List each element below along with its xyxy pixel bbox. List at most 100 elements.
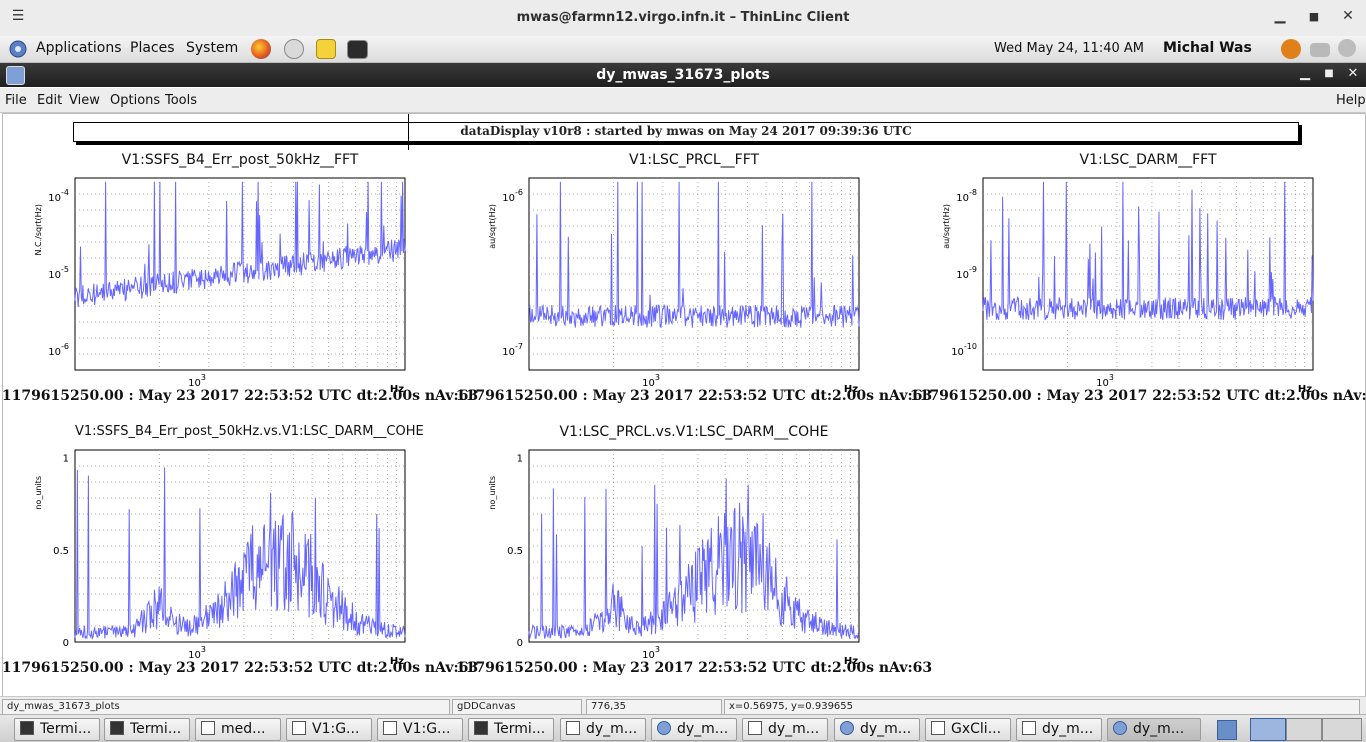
maximize-button[interactable]: ■ <box>1304 10 1324 30</box>
plot-1[interactable]: V1:SSFS_B4_Err_post_50kHz__FFT 10-6 10-5 10… <box>2 152 478 406</box>
window-icon <box>748 721 762 735</box>
taskbar-item[interactable]: V1:G... <box>286 718 372 741</box>
taskbar-item[interactable]: dy_m... <box>742 718 828 741</box>
plot-title: V1:SSFS_B4_Err_post_50kHz.vs.V1:LSC_DARM… <box>75 424 424 439</box>
taskbar-item-label: GxCli... <box>951 721 1002 737</box>
y-tick-label: 10-6 <box>48 342 69 358</box>
top-panel: Applications Places System Wed May 24, 1… <box>0 36 1366 63</box>
plot-4[interactable]: V1:SSFS_B4_Err_post_50kHz.vs.V1:LSC_DARM… <box>2 424 478 678</box>
menu-file[interactable]: File <box>5 93 27 108</box>
close-button[interactable]: ✕ <box>1338 8 1358 28</box>
thinlinc-titlebar: ☰ mwas@farmn12.virgo.infn.it – ThinLinc … <box>0 0 1366 37</box>
plot-title: V1:LSC_PRCL__FFT <box>628 152 760 168</box>
panel-user[interactable]: Michal Was <box>1163 40 1252 56</box>
network-icon[interactable] <box>1310 43 1330 57</box>
minimize-button[interactable]: ▁ <box>1270 8 1290 28</box>
y-axis-label: N.C./sqrt(Hz) <box>34 204 43 255</box>
y-tick-label: 0.5 <box>507 546 523 557</box>
app-maximize-button[interactable]: ■ <box>1320 68 1338 79</box>
taskbar-item[interactable]: dy_m... <box>560 718 646 741</box>
plot-svg[interactable]: 10-710-6103Hzau/sqrt(Hz) <box>485 176 860 408</box>
window-icon <box>383 721 397 735</box>
taskbar-item[interactable]: dy_m... <box>1016 718 1102 741</box>
app-close-button[interactable]: ✕ <box>1344 66 1362 81</box>
plot-title: V1:LSC_DARM__FFT <box>1079 152 1217 168</box>
menu-applications[interactable]: Applications <box>36 40 122 56</box>
y-tick-label: 0 <box>517 638 523 649</box>
taskbar-item[interactable]: Termi... <box>468 718 554 741</box>
taskbar: Termi... Termi... med... V1:G... V1:G... Term… <box>0 714 1366 742</box>
plot-title: V1:SSFS_B4_Err_post_50kHz__FFT <box>121 152 359 168</box>
update-icon[interactable] <box>1281 39 1301 59</box>
x-tick-label: 103 <box>188 645 206 661</box>
plot-svg[interactable]: 10-610-510-4103HzN.C./sqrt(Hz) <box>31 176 406 408</box>
menu-places[interactable]: Places <box>130 40 175 56</box>
plot-footer: 1179615250.00 : May 23 2017 22:53:52 UTC… <box>1 388 479 404</box>
plot-3[interactable]: V1:LSC_DARM__FFT 10-10 10-9 10-8 103 Hz au/sqr… <box>910 152 1366 406</box>
window-icon <box>1022 721 1036 735</box>
y-tick-label: 1 <box>517 454 523 465</box>
taskbar-item[interactable]: dy_m... <box>1107 718 1201 741</box>
terminal-icon <box>110 721 124 735</box>
header-text: dataDisplay v10r8 : started by mwas on M… <box>460 124 912 138</box>
mail-icon[interactable] <box>284 39 304 59</box>
taskbar-item-label: med... <box>221 721 266 737</box>
workspace-switcher-3[interactable] <box>1322 718 1362 741</box>
y-axis-label: au/sqrt(Hz) <box>488 204 497 249</box>
taskbar-item[interactable]: med... <box>195 718 281 741</box>
firefox-icon[interactable] <box>251 39 271 59</box>
volume-icon[interactable] <box>1338 39 1356 57</box>
dy-icon <box>657 721 671 735</box>
plot-svg[interactable]: 00.51103Hzno_units <box>31 448 406 680</box>
taskbar-item[interactable]: V1:G... <box>377 718 463 741</box>
window-icon <box>292 721 306 735</box>
taskbar-item[interactable]: dy_m... <box>834 718 920 741</box>
window-icon <box>931 721 945 735</box>
header-box: dataDisplay v10r8 : started by mwas on M… <box>73 114 1299 150</box>
terminal-icon[interactable] <box>347 40 368 59</box>
plot-5[interactable]: V1:LSC_PRCL.vs.V1:LSC_DARM__COHE 0 0.5 1 103… <box>456 424 932 678</box>
y-tick-label: 0 <box>63 638 69 649</box>
menu-help[interactable]: Help <box>1336 93 1366 108</box>
notes-icon[interactable] <box>316 39 336 59</box>
terminal-icon <box>20 721 34 735</box>
taskbar-item-label: V1:G... <box>403 721 451 737</box>
y-tick-label: 10-7 <box>502 342 523 358</box>
workspace-switcher-1[interactable] <box>1250 718 1286 741</box>
app-minimize-button[interactable]: ▁ <box>1296 66 1314 81</box>
dy-icon <box>840 721 854 735</box>
taskbar-item[interactable]: Termi... <box>104 718 190 741</box>
x-tick-label: 103 <box>642 645 660 661</box>
x-tick-label: 103 <box>1096 373 1114 389</box>
taskbar-item-label: Termi... <box>40 721 92 737</box>
plot-footer: 1179615250.00 : May 23 2017 22:53:52 UTC… <box>1 660 479 676</box>
status-coords: x=0.56975, y=0.939655 <box>724 699 1360 715</box>
thinlinc-title: mwas@farmn12.virgo.infn.it – ThinLinc Cl… <box>516 10 850 25</box>
y-tick-label: 10-8 <box>956 188 977 204</box>
workspace-icon[interactable] <box>1217 720 1237 740</box>
panel-clock[interactable]: Wed May 24, 11:40 AM <box>994 41 1144 56</box>
taskbar-item[interactable]: dy_m... <box>651 718 737 741</box>
y-axis-label: no_units <box>488 476 497 510</box>
taskbar-item-label: dy_m... <box>1133 721 1185 737</box>
menu-view[interactable]: View <box>69 93 100 108</box>
workspace-switcher-2[interactable] <box>1286 718 1322 741</box>
menu-options[interactable]: Options <box>110 93 160 108</box>
taskbar-item[interactable]: GxCli... <box>925 718 1011 741</box>
y-tick-label: 10-9 <box>956 265 977 281</box>
plot-2[interactable]: V1:LSC_PRCL__FFT 10-7 10-6 103 Hz au/sqrt(Hz)… <box>456 152 932 406</box>
menu-tools[interactable]: Tools <box>165 93 197 108</box>
taskbar-item-label: dy_m... <box>677 721 729 737</box>
plot-canvas[interactable]: dataDisplay v10r8 : started by mwas on M… <box>2 113 1366 697</box>
menu-system[interactable]: System <box>186 40 238 56</box>
plot-title: V1:LSC_PRCL.vs.V1:LSC_DARM__COHE <box>559 424 829 440</box>
taskbar-item[interactable]: Termi... <box>14 718 100 741</box>
menu-edit[interactable]: Edit <box>37 93 62 108</box>
y-axis-label: au/sqrt(Hz) <box>942 204 951 249</box>
gnome-foot-icon[interactable] <box>8 39 28 59</box>
plot-svg[interactable]: 00.51103Hzno_units <box>485 448 860 680</box>
taskbar-item-label: dy_m... <box>1042 721 1094 737</box>
plot-svg[interactable]: 10-1010-910-8103Hzau/sqrt(Hz) <box>939 176 1314 408</box>
taskbar-item-label: Termi... <box>130 721 182 737</box>
status-bar: dy_mwas_31673_plots gDDCanvas 776,35 x=0… <box>0 696 1366 715</box>
